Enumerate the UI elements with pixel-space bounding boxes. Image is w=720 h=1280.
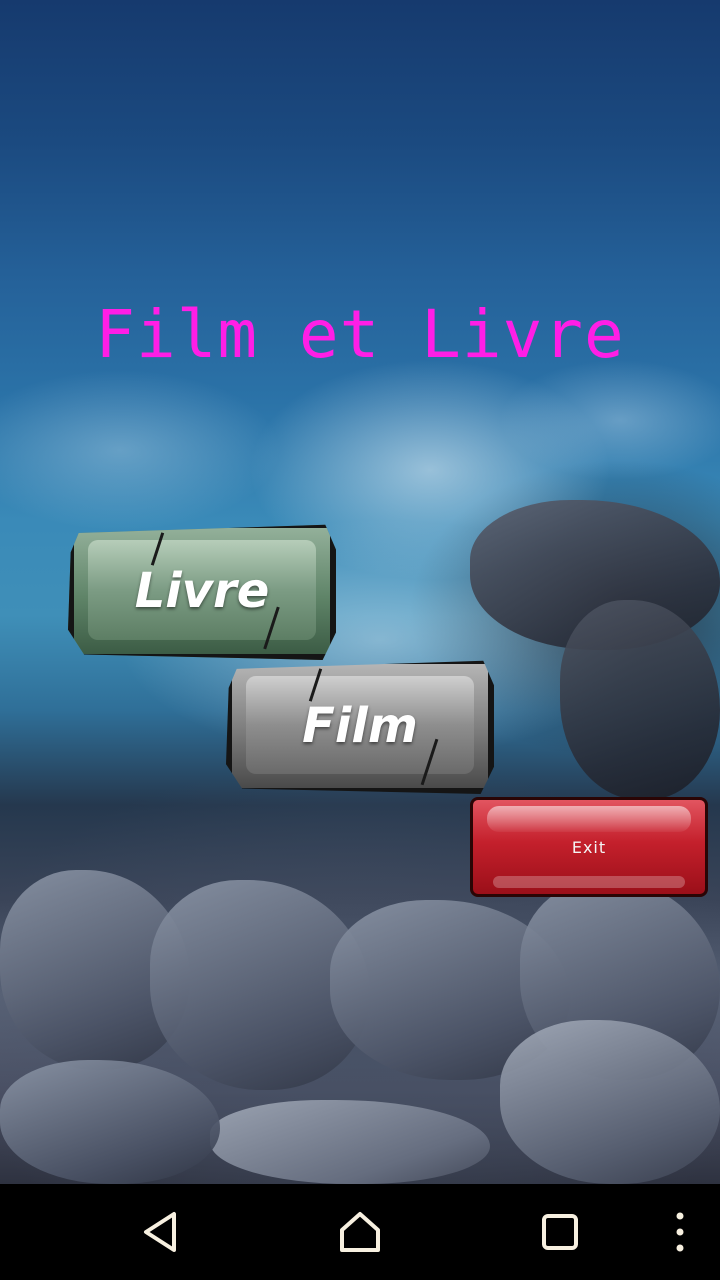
home-icon[interactable]	[326, 1198, 394, 1266]
film-button[interactable]: Film	[226, 660, 494, 794]
livre-button[interactable]: Livre	[68, 524, 336, 660]
exit-button-shine	[487, 806, 691, 832]
app-title: Film et Livre	[95, 296, 625, 373]
exit-button-shine	[493, 876, 685, 888]
app-screen: Film et Livre Livre Film Exit	[0, 0, 720, 1280]
back-triangle-icon[interactable]	[126, 1198, 194, 1266]
exit-button-label: Exit	[571, 837, 607, 857]
navigation-bar	[0, 1184, 720, 1280]
recents-square-icon[interactable]	[526, 1198, 594, 1266]
film-button-label: Film	[302, 698, 418, 754]
overflow-menu-icon[interactable]	[646, 1198, 714, 1266]
livre-button-label: Livre	[134, 563, 270, 619]
exit-button[interactable]: Exit	[470, 797, 708, 897]
